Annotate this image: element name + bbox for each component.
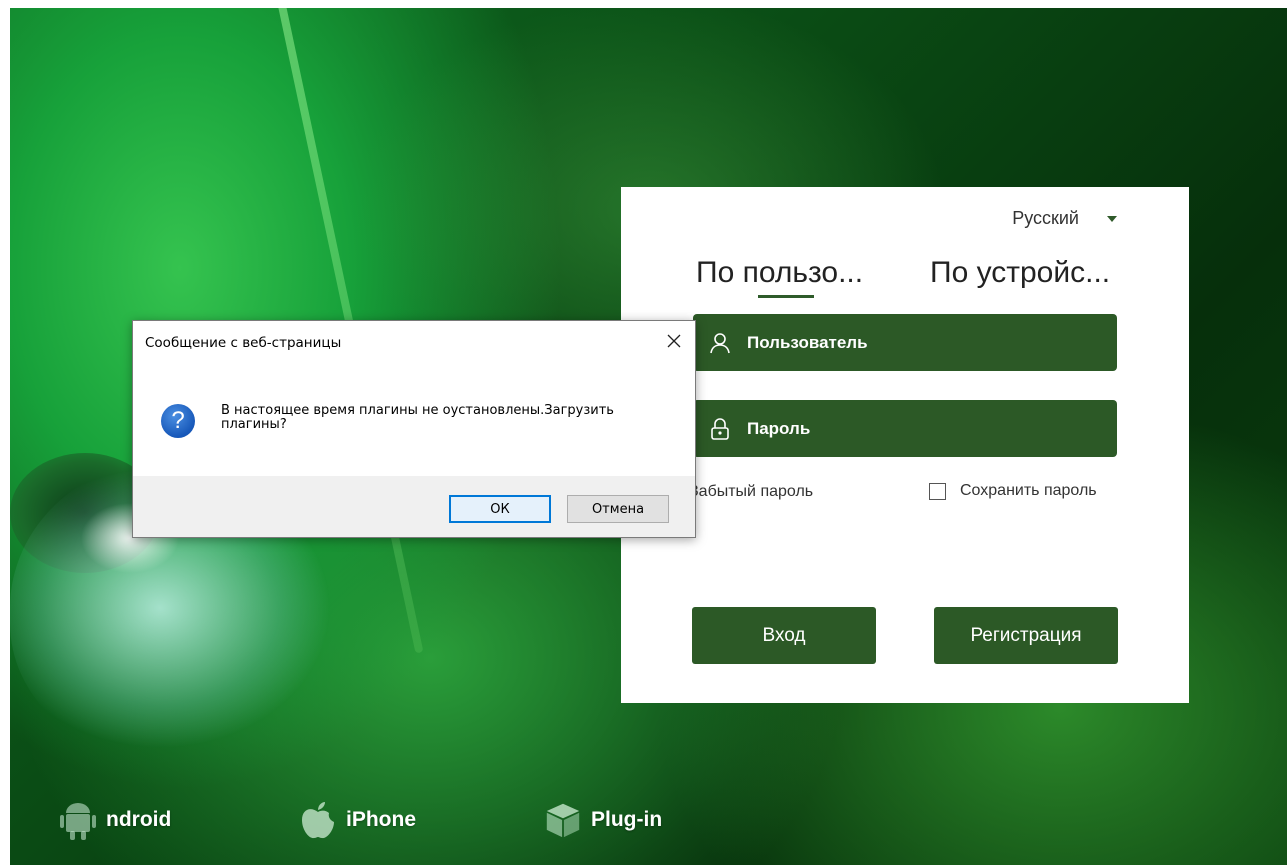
download-iphone[interactable]: iPhone	[300, 795, 416, 845]
cancel-button[interactable]: Отмена	[567, 495, 669, 523]
remember-password-checkbox[interactable]	[929, 482, 946, 500]
download-plugin-label: Plug-in	[591, 808, 663, 831]
close-icon[interactable]	[663, 330, 685, 352]
register-button[interactable]: Регистрация	[934, 607, 1118, 664]
language-label: Русский	[1012, 208, 1079, 228]
message-dialog: Сообщение с веб-страницы ? В настоящее в…	[132, 320, 696, 538]
download-links: ndroid iPhone Plug-in	[0, 795, 800, 845]
dialog-message: В настоящее время плагины не оустановлен…	[221, 403, 614, 432]
dialog-footer: ОК Отмена	[133, 476, 695, 537]
download-plugin[interactable]: Plug-in	[545, 795, 662, 845]
plugin-box-icon	[546, 803, 580, 838]
download-android-label: ndroid	[106, 808, 172, 831]
question-icon: ?	[161, 404, 195, 438]
user-icon	[705, 328, 735, 358]
language-select[interactable]: Русский	[1012, 208, 1117, 229]
active-tab-indicator	[758, 295, 814, 298]
password-placeholder: Пароль	[747, 418, 811, 438]
tab-by-user[interactable]: По пользо...	[696, 256, 863, 290]
tab-by-device[interactable]: По устройс...	[930, 256, 1110, 290]
chevron-down-icon	[1107, 215, 1117, 222]
login-button[interactable]: Вход	[692, 607, 876, 664]
username-field[interactable]: Пользователь	[693, 314, 1117, 371]
remember-password-label: Сохранить пароль	[960, 482, 1097, 499]
download-android[interactable]: ndroid	[60, 795, 171, 845]
username-placeholder: Пользователь	[747, 332, 868, 352]
ok-button[interactable]: ОК	[449, 495, 551, 523]
password-field[interactable]: Пароль	[693, 400, 1117, 457]
forgot-password-link[interactable]: Забытый пароль	[689, 483, 813, 501]
android-icon	[60, 803, 96, 840]
remember-password-option[interactable]: Сохранить пароль	[929, 482, 1097, 500]
download-iphone-label: iPhone	[346, 808, 417, 831]
dialog-title: Сообщение с веб-страницы	[145, 335, 342, 351]
login-panel: Русский По пользо... По устройс... Польз…	[621, 187, 1189, 703]
lock-icon	[705, 414, 735, 444]
apple-icon	[302, 802, 334, 839]
